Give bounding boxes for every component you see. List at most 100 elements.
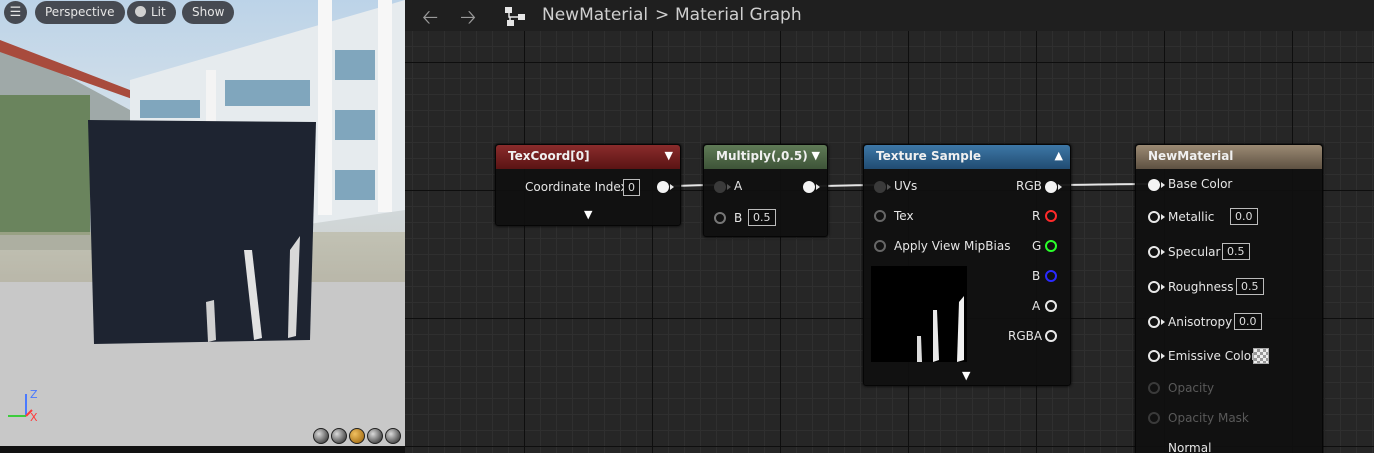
material-editor: ☰ Perspective Lit Show Z X 🡠 🡢 NewMateri… [0, 0, 1374, 453]
anisotropy-pin[interactable] [1148, 316, 1160, 328]
cube-preview-icon[interactable] [367, 428, 384, 444]
texcoord-node-header[interactable]: TexCoord[0] ▼ [496, 145, 680, 169]
texture-sample-node-title: Texture Sample [876, 149, 982, 163]
breadcrumb-separator: > [655, 5, 670, 25]
metallic-field[interactable]: 0.0 [1230, 208, 1258, 225]
pin-arrow-icon [1161, 214, 1165, 220]
uvs-input-label: UVs [894, 179, 918, 193]
perspective-label: Perspective [45, 5, 115, 19]
tex-input-pin[interactable] [874, 210, 886, 222]
emissive-color-swatch[interactable] [1253, 348, 1269, 364]
g-output-pin[interactable] [1045, 240, 1057, 252]
specular-field[interactable]: 0.5 [1222, 243, 1250, 260]
tex-input-label: Tex [894, 209, 914, 223]
sphere-preview-icon[interactable] [331, 428, 348, 444]
breadcrumb-graph[interactable]: Material Graph [675, 5, 802, 25]
multiply-b-field[interactable]: 0.5 [748, 209, 776, 226]
r-output-label: R [1032, 209, 1041, 223]
uvs-input-pin[interactable] [874, 181, 886, 193]
new-material-node-header[interactable]: NewMaterial [1136, 145, 1322, 169]
rgb-output-pin[interactable] [1045, 181, 1057, 193]
chevron-down-icon[interactable]: ▼ [812, 145, 820, 167]
rgba-output-label: RGBA [1008, 329, 1043, 343]
viewport-menu-button[interactable]: ☰ [4, 1, 27, 24]
coordinate-index-label: Coordinate Index [525, 180, 628, 194]
roughness-pin[interactable] [1148, 281, 1160, 293]
metallic-label: Metallic [1168, 210, 1215, 224]
pin-arrow-icon [1161, 182, 1165, 188]
preview-shape-toolbar [313, 428, 402, 444]
breadcrumb-asset[interactable]: NewMaterial [542, 5, 648, 25]
anisotropy-label: Anisotropy [1168, 315, 1233, 329]
pin-arrow-icon [1161, 319, 1165, 325]
column-2 [378, 0, 392, 212]
a-output-pin[interactable] [1045, 300, 1057, 312]
preview-cube [88, 120, 316, 344]
texcoord-node[interactable]: TexCoord[0] ▼ Coordinate Index 0 ▼ [495, 144, 681, 226]
breadcrumb-bar: 🡠 🡢 NewMaterial > Material Graph [405, 0, 1374, 31]
texcoord-output-arrow-icon [670, 184, 674, 190]
base-color-pin[interactable] [1148, 179, 1160, 191]
multiply-input-b-label: B [734, 211, 743, 225]
chevron-down-icon[interactable]: ▼ [665, 145, 673, 167]
opacity-mask-label: Opacity Mask [1168, 411, 1249, 425]
multiply-input-a-label: A [734, 179, 743, 193]
b-output-label: B [1032, 269, 1041, 283]
coordinate-index-field[interactable]: 0 [623, 179, 640, 196]
pin-arrow-icon [887, 184, 891, 190]
axis-z-label: Z [30, 388, 38, 401]
anisotropy-field[interactable]: 0.0 [1234, 313, 1262, 330]
back-arrow-icon[interactable]: 🡠 [422, 3, 438, 37]
new-material-node[interactable]: NewMaterial Base Color Metallic 0.0 Spec… [1135, 144, 1323, 453]
texcoord-node-title: TexCoord[0] [508, 149, 590, 163]
axis-x-label: X [30, 411, 38, 424]
viewport-bottom-strip [0, 446, 405, 453]
r-output-pin[interactable] [1045, 210, 1057, 222]
axis-gizmo-icon: Z X [8, 388, 38, 424]
lit-button[interactable]: Lit [127, 1, 176, 24]
texture-preview-image [917, 296, 964, 362]
plane-preview-icon[interactable] [349, 428, 366, 444]
hamburger-icon: ☰ [9, 5, 22, 20]
multiply-input-b-pin[interactable] [714, 212, 726, 224]
opacity-label: Opacity [1168, 381, 1215, 395]
roughness-label: Roughness [1168, 280, 1234, 294]
multiply-output-pin[interactable] [803, 181, 815, 193]
base-color-label: Base Color [1168, 177, 1233, 191]
forward-arrow-icon[interactable]: 🡢 [460, 3, 476, 37]
chevron-up-icon[interactable]: ▲ [1055, 145, 1063, 167]
rgb-output-label: RGB [1016, 179, 1042, 193]
texture-sample-node[interactable]: Texture Sample ▲ UVs Tex Apply View MipB… [863, 144, 1071, 386]
pin-arrow-icon [1161, 249, 1165, 255]
mipbias-input-label: Apply View MipBias [894, 239, 1011, 253]
texcoord-output-pin[interactable] [657, 181, 669, 193]
trees [0, 95, 90, 235]
material-graph-panel[interactable]: 🡠 🡢 NewMaterial > Material Graph TexCoor… [405, 0, 1374, 453]
texture-sample-node-header[interactable]: Texture Sample ▲ [864, 145, 1070, 169]
show-button[interactable]: Show [182, 1, 235, 24]
preview-viewport[interactable]: ☰ Perspective Lit Show Z X [0, 0, 405, 453]
rgba-output-pin[interactable] [1045, 330, 1057, 342]
emissive-color-pin[interactable] [1148, 350, 1160, 362]
perspective-button[interactable]: Perspective [35, 1, 125, 24]
b-output-pin[interactable] [1045, 270, 1057, 282]
cylinder-preview-icon[interactable] [313, 428, 329, 444]
g-output-label: G [1032, 239, 1042, 253]
chevron-down-icon[interactable]: ▼ [584, 208, 592, 221]
mipbias-input-pin[interactable] [874, 240, 886, 252]
specular-pin[interactable] [1148, 246, 1160, 258]
graph-icon [505, 7, 525, 26]
opacity-mask-pin [1148, 412, 1160, 424]
multiply-node-header[interactable]: Multiply(,0.5) ▼ [704, 145, 827, 169]
texture-preview-thumbnail [871, 266, 967, 362]
multiply-input-a-pin[interactable] [714, 181, 726, 193]
roughness-field[interactable]: 0.5 [1236, 278, 1264, 295]
multiply-node[interactable]: Multiply(,0.5) ▼ A B 0.5 [703, 144, 828, 237]
metallic-pin[interactable] [1148, 211, 1160, 223]
pin-arrow-icon [816, 184, 820, 190]
lit-label: Lit [151, 5, 166, 19]
pin-arrow-icon [1161, 353, 1165, 359]
opacity-pin [1148, 382, 1160, 394]
specular-label: Specular [1168, 245, 1221, 259]
chevron-down-icon[interactable]: ▼ [962, 369, 970, 382]
